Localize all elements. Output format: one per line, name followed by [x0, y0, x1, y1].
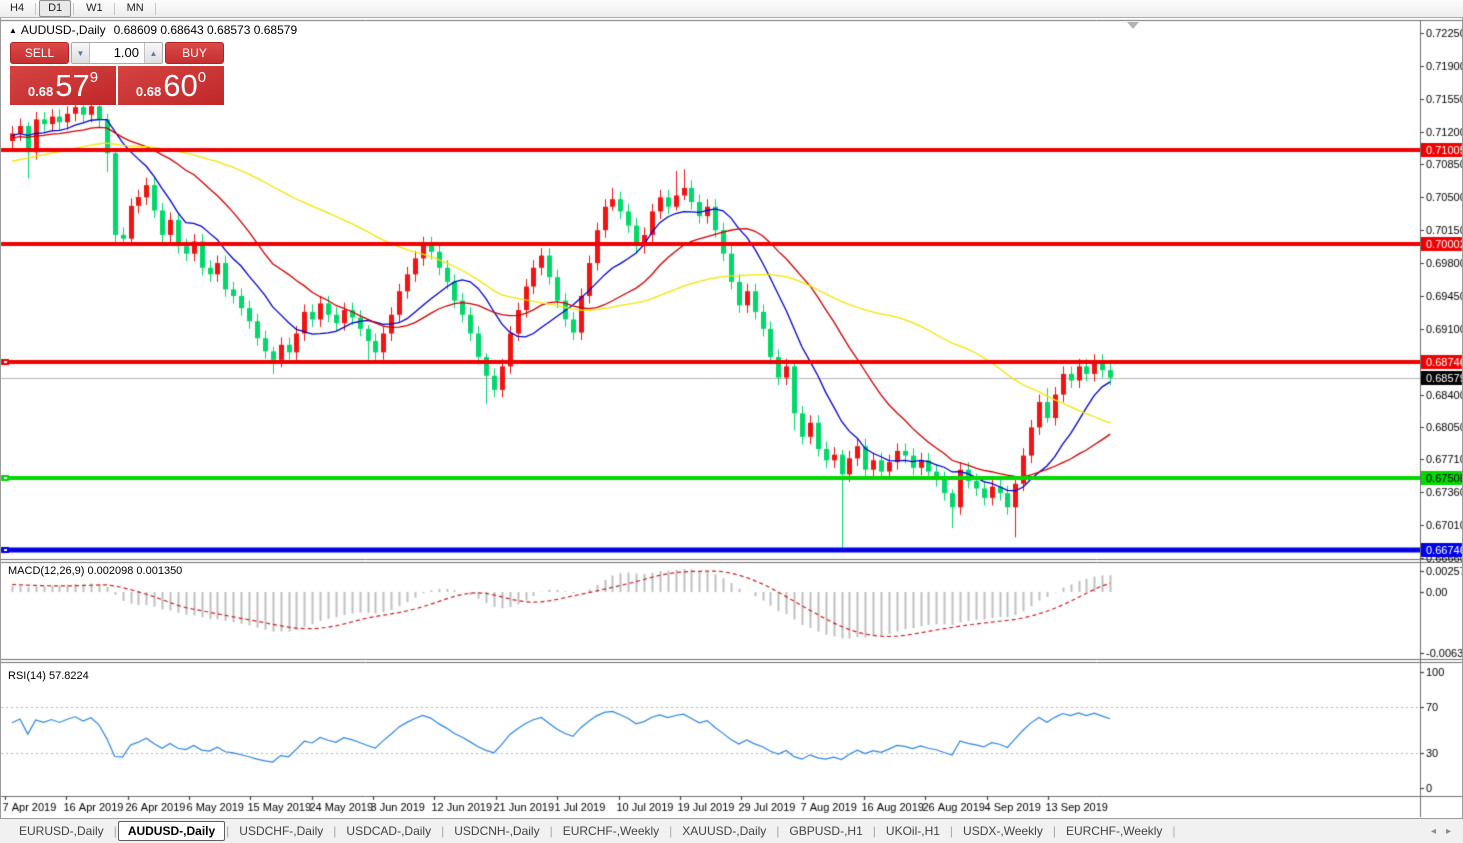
- volume-stepper: ▼ 1.00 ▲: [71, 42, 163, 64]
- symbol-tab-gbpusd[interactable]: GBPUSD-,H1: [780, 821, 871, 841]
- sell-button[interactable]: SELL: [10, 42, 69, 64]
- one-click-trade-panel: SELL ▼ 1.00 ▲ BUY 0.68 57 9 0.68 60 0: [10, 42, 224, 105]
- buy-button[interactable]: BUY: [165, 42, 224, 64]
- symbol-tab-usdx[interactable]: USDX-,Weekly: [954, 821, 1052, 841]
- tab-scroll-nav: ◂ ▸: [1431, 826, 1463, 837]
- timeframe-toolbar: H4 D1 W1 MN: [0, 0, 1463, 18]
- timeframe-button-mn[interactable]: MN: [118, 0, 153, 17]
- symbol-tab-usdcnh[interactable]: USDCNH-,Daily: [445, 821, 548, 841]
- toolbar-separator: [113, 2, 115, 15]
- sell-price-pip: 9: [89, 69, 99, 86]
- sell-price-main: 57: [55, 68, 90, 103]
- volume-decrease-button[interactable]: ▼: [72, 43, 90, 63]
- toolbar-separator: [35, 2, 37, 15]
- collapse-arrow-icon[interactable]: ▲: [9, 26, 17, 35]
- rsi-value: 57.8224: [48, 670, 89, 682]
- toolbar-separator: [154, 2, 156, 15]
- rsi-indicator-label: RSI(14) 57.8224: [8, 670, 89, 682]
- chart-title: ▲ AUDUSD-,Daily 0.68609 0.68643 0.68573 0.…: [9, 23, 297, 37]
- timeframe-button-w1[interactable]: W1: [77, 0, 112, 17]
- volume-increase-button[interactable]: ▲: [144, 43, 162, 63]
- symbol-tab-eurusd[interactable]: EURUSD-,Daily: [10, 821, 113, 841]
- symbol-period-label: AUDUSD-,Daily: [20, 23, 106, 37]
- sell-price-display[interactable]: 0.68 57 9: [10, 66, 116, 105]
- buy-price-prefix: 0.68: [135, 84, 162, 99]
- chart-canvas[interactable]: [0, 0, 1463, 843]
- symbol-tab-xauusd[interactable]: XAUUSD-,Daily: [673, 821, 775, 841]
- toolbar-separator: [73, 2, 75, 15]
- mt4-chart-window: H4 D1 W1 MN ▲ AUDUSD-,Daily 0.68609 0.68643 0…: [0, 0, 1463, 843]
- chart-shift-marker-icon[interactable]: [1127, 22, 1139, 29]
- macd-values: 0.002098 0.001350: [87, 565, 183, 577]
- tab-scroll-left-icon[interactable]: ◂: [1431, 826, 1436, 837]
- volume-input[interactable]: 1.00: [90, 43, 144, 63]
- buy-price-display[interactable]: 0.68 60 0: [118, 66, 224, 105]
- tab-scroll-right-icon[interactable]: ▸: [1446, 826, 1451, 837]
- buy-price-pip: 0: [197, 69, 207, 86]
- symbol-tab-usdcad[interactable]: USDCAD-,Daily: [337, 821, 440, 841]
- tab-separator: |: [1172, 824, 1176, 838]
- timeframe-button-d1[interactable]: D1: [39, 0, 72, 17]
- symbol-tab-ukoil[interactable]: UKOil-,H1: [877, 821, 949, 841]
- symbol-tab-bar: EURUSD-,Daily | AUDUSD-,Daily | USDCHF-,Dail…: [0, 818, 1463, 843]
- buy-price-main: 60: [163, 68, 198, 103]
- timeframe-button-h4[interactable]: H4: [1, 0, 33, 17]
- symbol-tab-eurchf[interactable]: EURCHF-,Weekly: [554, 821, 668, 841]
- symbol-tab-eurchf[interactable]: EURCHF-,Weekly: [1057, 821, 1171, 841]
- symbol-tab-usdchf[interactable]: USDCHF-,Daily: [230, 821, 332, 841]
- sell-price-prefix: 0.68: [27, 84, 54, 99]
- symbol-tab-audusd[interactable]: AUDUSD-,Daily: [117, 821, 226, 841]
- macd-indicator-label: MACD(12,26,9) 0.002098 0.001350: [8, 565, 183, 577]
- quote-ohlc-values: 0.68609 0.68643 0.68573 0.68579: [113, 23, 298, 37]
